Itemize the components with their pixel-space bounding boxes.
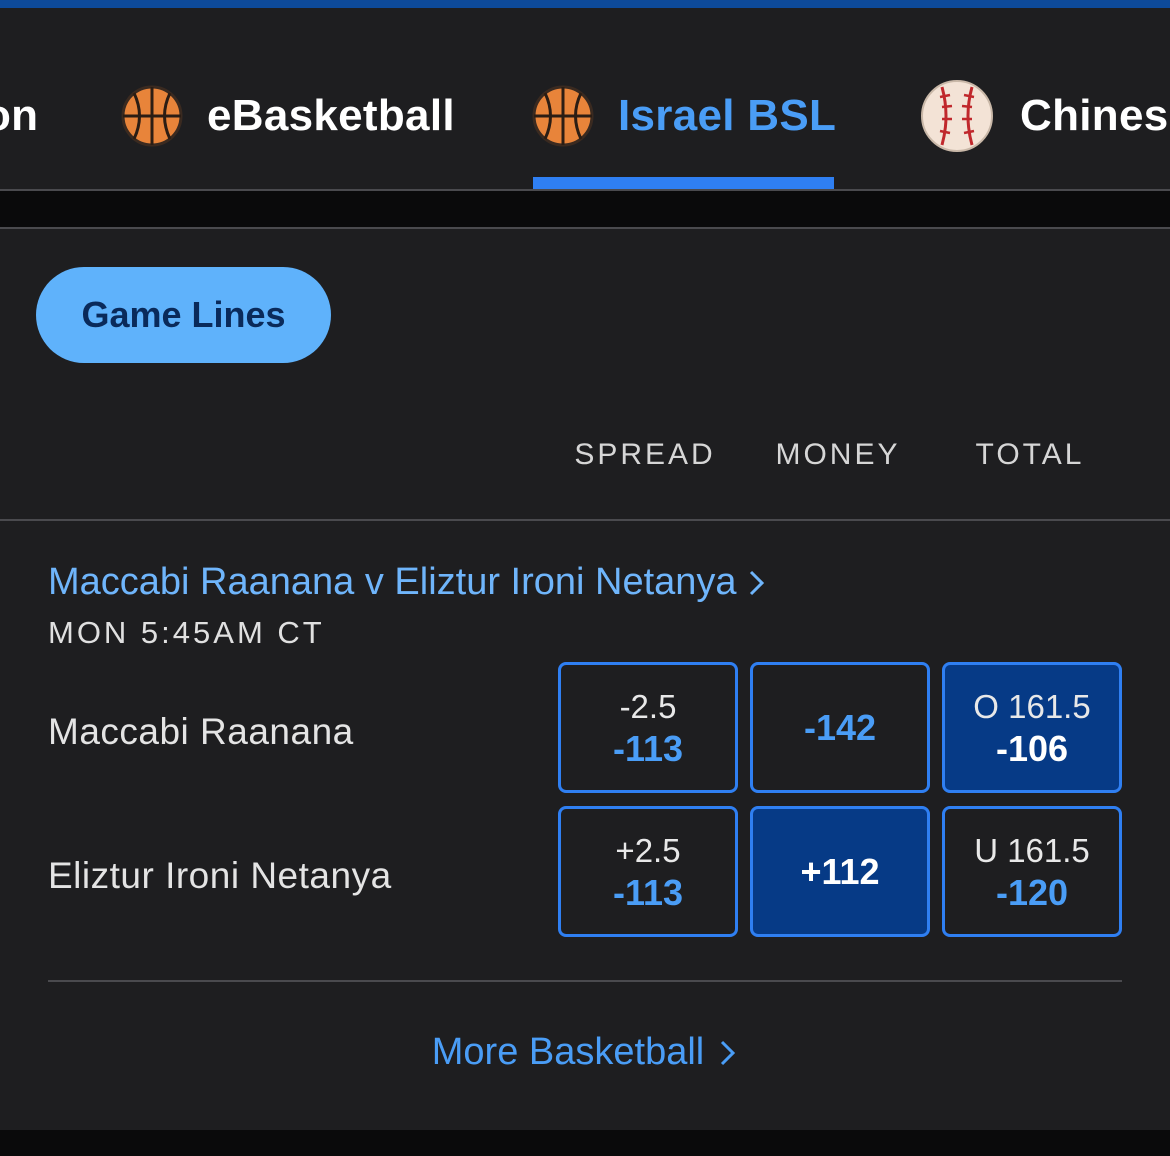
event-start-time: MON 5:45AM CT [48, 615, 325, 650]
league-tab-label: on [0, 91, 39, 140]
odds-button-money-away[interactable]: +112 [750, 806, 930, 937]
odds-button-money-home[interactable]: -142 [750, 662, 930, 793]
more-basketball-label: More Basketball [431, 1031, 705, 1073]
top-accent-strip [0, 0, 1170, 8]
active-tab-indicator [533, 177, 834, 189]
odds-line: O 161.5 [973, 687, 1091, 725]
odds-line: +2.5 [615, 831, 681, 869]
odds-price: -106 [995, 727, 1069, 769]
league-tab-label: Israel BSL [618, 91, 837, 140]
league-tab-israel-bsl[interactable]: Israel BSL [532, 80, 836, 152]
odds-price: +112 [800, 850, 880, 892]
odds-price: -120 [995, 871, 1069, 913]
column-header-spread: SPREAD [574, 438, 716, 471]
section-separator-band [0, 191, 1170, 229]
column-header-money: MONEY [775, 438, 901, 471]
odds-button-spread-away[interactable]: +2.5 -113 [558, 806, 738, 937]
odds-button-spread-home[interactable]: -2.5 -113 [558, 662, 738, 793]
event-title-link[interactable]: Maccabi Raanana v Eliztur Ironi Netanya [48, 561, 767, 604]
league-tab-partial-left[interactable]: on [0, 80, 38, 152]
odds-line: -2.5 [619, 687, 677, 725]
league-tab-label: eBasketball [207, 91, 455, 140]
basketball-icon [532, 85, 594, 147]
odds-price: -113 [612, 727, 684, 769]
league-tab-label: Chines [1020, 91, 1169, 140]
basketball-icon [121, 85, 183, 147]
league-tab-chinese[interactable]: Chines [920, 80, 1169, 152]
header-divider [0, 519, 1170, 521]
column-header-total: TOTAL [975, 438, 1085, 471]
event-list: Game Lines SPREAD MONEY TOTAL Maccabi Ra… [0, 231, 1170, 1130]
bottom-band [0, 1130, 1170, 1156]
odds-line: U 161.5 [974, 831, 1090, 869]
team-name: Eliztur Ironi Netanya [48, 855, 392, 896]
league-tab-bar: on eBasketball Israel BSL [0, 8, 1170, 191]
chevron-right-icon [749, 570, 764, 595]
odds-price: -142 [803, 706, 877, 748]
chevron-right-icon [721, 1040, 736, 1065]
odds-button-total-over[interactable]: O 161.5 -106 [942, 662, 1122, 793]
odds-price: -113 [612, 871, 684, 913]
baseball-icon [921, 80, 993, 152]
odds-button-total-under[interactable]: U 161.5 -120 [942, 806, 1122, 937]
league-tab-ebasketball[interactable]: eBasketball [121, 80, 455, 152]
event-title: Maccabi Raanana v Eliztur Ironi Netanya [48, 561, 737, 603]
more-basketball-link[interactable]: More Basketball [0, 1031, 1170, 1074]
game-lines-filter-button[interactable]: Game Lines [36, 267, 331, 363]
team-name: Maccabi Raanana [48, 711, 354, 752]
event-divider [48, 980, 1122, 982]
